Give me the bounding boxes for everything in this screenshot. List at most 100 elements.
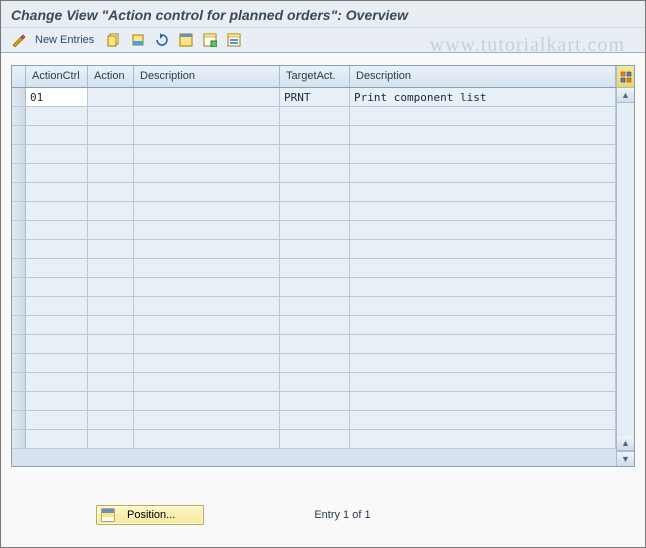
cell-description[interactable] <box>134 392 280 410</box>
cell-actionctrl[interactable] <box>26 335 88 353</box>
row-selector[interactable] <box>12 297 26 315</box>
cell-targetact[interactable] <box>280 392 350 410</box>
cell-description2[interactable]: Print component list <box>350 88 616 106</box>
row-selector[interactable] <box>12 107 26 125</box>
cell-description2[interactable] <box>350 126 616 144</box>
cell-targetact[interactable] <box>280 278 350 296</box>
cell-actionctrl[interactable] <box>26 373 88 391</box>
cell-description2[interactable] <box>350 392 616 410</box>
cell-targetact[interactable] <box>280 240 350 258</box>
row-selector[interactable] <box>12 392 26 410</box>
cell-targetact[interactable] <box>280 259 350 277</box>
cell-description[interactable] <box>134 164 280 182</box>
cell-actionctrl[interactable] <box>26 202 88 220</box>
cell-actionctrl[interactable] <box>26 240 88 258</box>
cell-targetact[interactable] <box>280 354 350 372</box>
row-selector[interactable] <box>12 183 26 201</box>
cell-description[interactable] <box>134 373 280 391</box>
cell-description[interactable] <box>134 240 280 258</box>
column-header-targetact[interactable]: TargetAct. <box>280 66 350 87</box>
cell-action[interactable] <box>88 392 134 410</box>
cell-description[interactable] <box>134 221 280 239</box>
change-display-icon[interactable] <box>9 31 29 49</box>
row-selector[interactable] <box>12 202 26 220</box>
cell-description2[interactable] <box>350 335 616 353</box>
cell-description[interactable] <box>134 278 280 296</box>
cell-actionctrl[interactable] <box>26 411 88 429</box>
cell-description[interactable] <box>134 297 280 315</box>
cell-description2[interactable] <box>350 354 616 372</box>
row-selector[interactable] <box>12 411 26 429</box>
cell-description[interactable] <box>134 430 280 448</box>
cell-description2[interactable] <box>350 316 616 334</box>
cell-targetact[interactable] <box>280 411 350 429</box>
cell-targetact[interactable] <box>280 373 350 391</box>
cell-description2[interactable] <box>350 411 616 429</box>
cell-action[interactable] <box>88 88 134 106</box>
row-selector[interactable] <box>12 88 26 106</box>
cell-action[interactable] <box>88 411 134 429</box>
row-selector[interactable] <box>12 430 26 448</box>
cell-targetact[interactable] <box>280 107 350 125</box>
cell-action[interactable] <box>88 202 134 220</box>
cell-description2[interactable] <box>350 297 616 315</box>
cell-actionctrl[interactable] <box>26 297 88 315</box>
cell-action[interactable] <box>88 430 134 448</box>
position-button[interactable]: Position... <box>96 505 204 525</box>
cell-actionctrl[interactable] <box>26 145 88 163</box>
cell-description[interactable] <box>134 354 280 372</box>
cell-actionctrl[interactable] <box>26 164 88 182</box>
cell-description[interactable] <box>134 202 280 220</box>
column-header-actionctrl[interactable]: ActionCtrl <box>26 66 88 87</box>
column-header-description[interactable]: Description <box>134 66 280 87</box>
cell-action[interactable] <box>88 145 134 163</box>
cell-targetact[interactable] <box>280 335 350 353</box>
cell-actionctrl[interactable] <box>26 183 88 201</box>
scroll-down2-icon[interactable]: ▼ <box>617 451 634 466</box>
scroll-track[interactable] <box>617 103 634 436</box>
cell-targetact[interactable] <box>280 221 350 239</box>
cell-description[interactable] <box>134 107 280 125</box>
column-header-description2[interactable]: Description <box>350 66 616 87</box>
cell-action[interactable] <box>88 373 134 391</box>
deselect-all-icon[interactable] <box>200 31 220 49</box>
cell-actionctrl[interactable] <box>26 126 88 144</box>
cell-description2[interactable] <box>350 145 616 163</box>
cell-description2[interactable] <box>350 430 616 448</box>
cell-actionctrl[interactable] <box>26 278 88 296</box>
cell-description[interactable] <box>134 316 280 334</box>
cell-description[interactable] <box>134 335 280 353</box>
cell-targetact[interactable] <box>280 164 350 182</box>
cell-targetact[interactable] <box>280 145 350 163</box>
cell-description2[interactable] <box>350 164 616 182</box>
cell-description[interactable] <box>134 183 280 201</box>
cell-action[interactable] <box>88 354 134 372</box>
row-selector-header[interactable] <box>12 66 26 87</box>
cell-description[interactable] <box>134 259 280 277</box>
row-selector[interactable] <box>12 354 26 372</box>
cell-actionctrl[interactable] <box>26 430 88 448</box>
cell-description[interactable] <box>134 88 280 106</box>
cell-targetact[interactable] <box>280 126 350 144</box>
row-selector[interactable] <box>12 164 26 182</box>
cell-action[interactable] <box>88 126 134 144</box>
cell-description2[interactable] <box>350 107 616 125</box>
cell-description2[interactable] <box>350 183 616 201</box>
cell-action[interactable] <box>88 183 134 201</box>
cell-targetact[interactable] <box>280 430 350 448</box>
cell-description[interactable] <box>134 145 280 163</box>
cell-description2[interactable] <box>350 373 616 391</box>
row-selector[interactable] <box>12 335 26 353</box>
cell-action[interactable] <box>88 278 134 296</box>
cell-description2[interactable] <box>350 221 616 239</box>
config-icon[interactable] <box>224 31 244 49</box>
cell-actionctrl[interactable] <box>26 221 88 239</box>
cell-action[interactable] <box>88 164 134 182</box>
row-selector[interactable] <box>12 373 26 391</box>
select-all-icon[interactable] <box>176 31 196 49</box>
row-selector[interactable] <box>12 126 26 144</box>
cell-description[interactable] <box>134 126 280 144</box>
cell-targetact[interactable]: PRNT <box>280 88 350 106</box>
cell-actionctrl[interactable] <box>26 354 88 372</box>
delete-icon[interactable] <box>128 31 148 49</box>
